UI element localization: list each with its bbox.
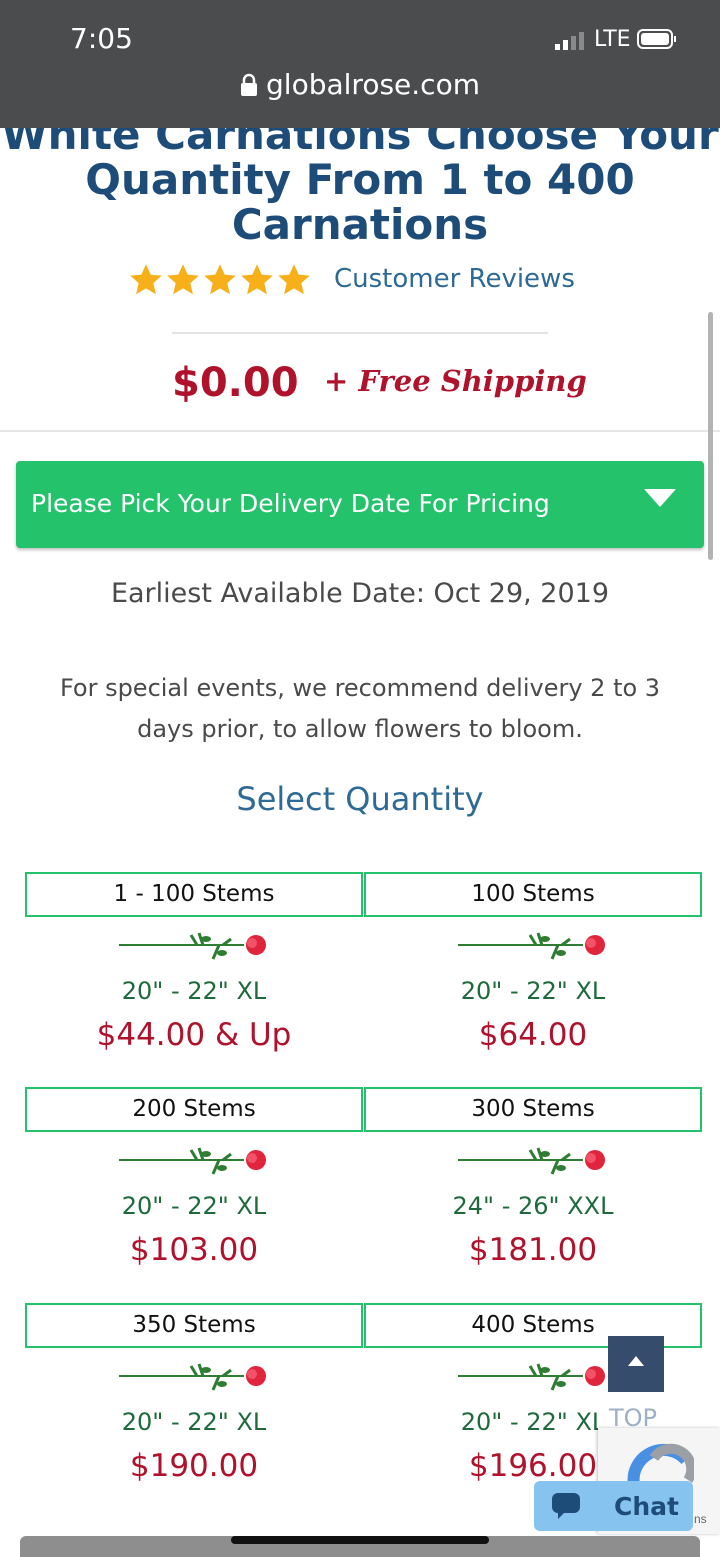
home-indicator[interactable] [231,1536,489,1544]
title-container: White Carnations Choose Your Quantity Fr… [0,128,720,258]
delivery-note: For special events, we recommend deliver… [0,668,720,750]
battery-icon [637,29,676,49]
option-price: $190.00 [129,1448,259,1484]
delivery-date-label: Please Pick Your Delivery Date For Prici… [31,489,550,518]
stem-size: 20" - 22" XL [460,977,606,1005]
chat-bubble-icon [552,1493,580,1519]
browser-status-bar: 7:05 LTE globalrose.com [0,0,720,128]
stem-size: 20" - 22" XL [121,1408,267,1436]
lock-icon [241,73,258,96]
quantity-option-label[interactable]: 200 Stems [25,1087,363,1132]
quantity-option[interactable]: 100 Stems 20" - 22" XL $64.00 [364,872,702,1053]
rose-icon [458,932,605,960]
quantity-option[interactable]: 1 - 100 Stems 20" - 22" XL $44.00 & Up [25,872,363,1053]
rose-icon [458,1363,605,1391]
url-bar[interactable]: globalrose.com [0,68,720,101]
option-price: $64.00 [478,1017,588,1053]
status-time: 7:05 [70,22,133,55]
chevron-down-icon [644,489,676,507]
option-price: $44.00 & Up [96,1017,292,1053]
rose-icon [119,1147,266,1175]
free-shipping-label: + Free Shipping [324,364,587,398]
quantity-option-label[interactable]: 100 Stems [364,872,702,917]
chevron-up-icon [628,1356,644,1366]
option-price: $103.00 [129,1232,259,1268]
option-price: $181.00 [468,1232,598,1268]
scroll-to-top-button[interactable] [608,1336,664,1392]
delivery-date-dropdown[interactable]: Please Pick Your Delivery Date For Prici… [16,461,704,548]
chat-button[interactable]: Chat [534,1481,693,1531]
select-quantity-heading: Select Quantity [236,780,484,818]
scrollbar[interactable] [708,312,713,560]
product-price: $0.00 [172,360,299,406]
quantity-option[interactable]: 300 Stems 24" - 26" XXL $181.00 [364,1087,702,1268]
quantity-option-label[interactable]: 350 Stems [25,1303,363,1348]
quantity-option-label[interactable]: 300 Stems [364,1087,702,1132]
rose-icon [119,1363,266,1391]
quantity-option[interactable]: 350 Stems 20" - 22" XL $190.00 [25,1303,363,1484]
recaptcha-text: ns [694,1512,707,1526]
stem-size: 24" - 26" XXL [452,1192,614,1220]
earliest-date-text: Earliest Available Date: Oct 29, 2019 [110,578,610,609]
star-icon [167,264,199,295]
star-icon [241,264,273,295]
divider [0,430,720,432]
signal-icon [555,32,584,50]
chat-label: Chat [614,1492,679,1521]
star-icon [278,264,310,295]
customer-reviews-link[interactable]: Customer Reviews [334,264,575,294]
network-label: LTE [594,27,631,52]
stem-size: 20" - 22" XL [121,1192,267,1220]
rating-stars[interactable] [128,262,313,303]
quantity-option-label[interactable]: 1 - 100 Stems [25,872,363,917]
delivery-note-text: For special events, we recommend deliver… [59,674,661,743]
divider [172,332,548,334]
quantity-option[interactable]: 200 Stems 20" - 22" XL $103.00 [25,1087,363,1268]
star-icon [204,264,236,295]
rose-icon [458,1147,605,1175]
product-title: White Carnations Choose Your Quantity Fr… [1,128,719,249]
stem-size: 20" - 22" XL [121,977,267,1005]
star-icon [130,264,162,295]
url-text: globalrose.com [266,68,480,101]
rose-icon [119,932,266,960]
